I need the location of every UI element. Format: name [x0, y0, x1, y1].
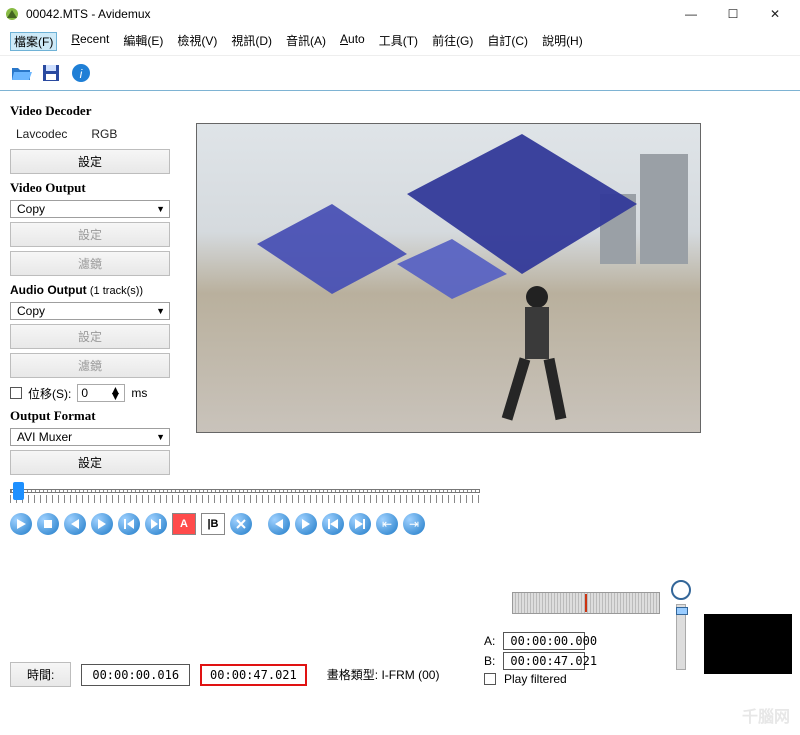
save-icon[interactable] [40, 62, 62, 84]
goto-marker-a-button[interactable]: ⇤ [376, 513, 398, 535]
chevron-down-icon: ▼ [156, 432, 165, 442]
timeline-slider[interactable] [10, 483, 480, 507]
timeline [10, 483, 480, 507]
next-frame-button[interactable] [91, 513, 113, 535]
current-time[interactable]: 00:00:00.016 [81, 664, 190, 686]
scrub-thumb[interactable] [676, 607, 688, 615]
video-output-title: Video Output [10, 180, 182, 196]
output-format-select[interactable]: AVI Muxer ▼ [10, 428, 170, 446]
svg-text:⇥: ⇥ [409, 518, 419, 530]
jog-wheel[interactable] [512, 592, 660, 614]
playback-controls: A |B ⇤ ⇥ [0, 513, 800, 535]
window-title: 00042.MTS - Avidemux [26, 7, 670, 21]
preview-frame[interactable] [196, 123, 701, 433]
slider-handle[interactable] [13, 482, 24, 500]
set-marker-a-button[interactable]: A [172, 513, 196, 535]
cut-button[interactable] [230, 513, 252, 535]
target-icon [671, 580, 691, 600]
sidebar: Video Decoder Lavcodec RGB 設定 Video Outp… [10, 97, 190, 479]
watermark: 千腦网 [742, 703, 790, 727]
maximize-button[interactable]: ☐ [712, 0, 754, 28]
marker-b-label: B: [484, 654, 495, 668]
shift-unit: ms [131, 386, 147, 400]
goto-end-button[interactable] [349, 513, 371, 535]
svg-text:i: i [80, 67, 83, 81]
audio-output-select[interactable]: Copy ▼ [10, 302, 170, 320]
play-filtered-label: Play filtered [504, 672, 567, 686]
menu-custom[interactable]: 自訂(C) [487, 32, 528, 51]
audio-tracks: (1 track(s)) [90, 285, 143, 297]
audio-output-title: Audio Output (1 track(s)) [10, 282, 182, 298]
open-icon[interactable] [10, 62, 32, 84]
audio-output-config-button[interactable]: 設定 [10, 324, 170, 349]
video-output-filters-button[interactable]: 濾鏡 [10, 251, 170, 276]
minimize-button[interactable]: — [670, 0, 712, 28]
mini-preview [704, 614, 792, 674]
menu-edit[interactable]: 編輯(E) [123, 32, 163, 51]
menu-tools[interactable]: 工具(T) [379, 32, 418, 51]
video-decoder-title: Video Decoder [10, 103, 182, 119]
scrub-slider[interactable] [676, 604, 686, 670]
output-format-value: AVI Muxer [17, 430, 156, 444]
info-icon[interactable]: i [70, 62, 92, 84]
audio-shift-row: 位移(S): 0 ▲▼ ms [10, 384, 182, 402]
title-bar: 00042.MTS - Avidemux — ☐ ✕ [0, 0, 800, 28]
play-filtered-checkbox[interactable] [484, 673, 496, 685]
stop-button[interactable] [37, 513, 59, 535]
set-marker-b-button[interactable]: |B [201, 513, 225, 535]
shift-value: 0 [81, 386, 88, 400]
app-icon [4, 6, 20, 22]
menu-view[interactable]: 檢視(V) [177, 32, 217, 51]
video-output-config-button[interactable]: 設定 [10, 222, 170, 247]
menu-recent[interactable]: Recent [71, 32, 109, 51]
output-format-title: Output Format [10, 408, 182, 424]
spinner-arrows-icon[interactable]: ▲▼ [109, 387, 121, 399]
prev-keyframe-button[interactable] [118, 513, 140, 535]
total-time: 00:00:47.021 [200, 664, 307, 686]
time-button[interactable]: 時間: [10, 662, 71, 687]
prev-frame-button[interactable] [64, 513, 86, 535]
audio-output-value: Copy [17, 304, 156, 318]
menu-bar: 檔案(F) Recent 編輯(E) 檢視(V) 視訊(D) 音訊(A) Aut… [0, 28, 800, 56]
next-black-button[interactable] [295, 513, 317, 535]
menu-auto[interactable]: Auto [340, 32, 365, 51]
video-output-select[interactable]: Copy ▼ [10, 200, 170, 218]
prev-black-button[interactable] [268, 513, 290, 535]
shift-label: 位移(S): [28, 385, 71, 402]
menu-goto[interactable]: 前往(G) [432, 32, 473, 51]
menu-help[interactable]: 說明(H) [542, 32, 583, 51]
play-button[interactable] [10, 513, 32, 535]
next-keyframe-button[interactable] [145, 513, 167, 535]
audio-output-filters-button[interactable]: 濾鏡 [10, 353, 170, 378]
chevron-down-icon: ▼ [156, 306, 165, 316]
video-output-value: Copy [17, 202, 156, 216]
shift-spin[interactable]: 0 ▲▼ [77, 384, 125, 402]
menu-audio[interactable]: 音訊(A) [286, 32, 326, 51]
decoder-mode: RGB [91, 127, 117, 141]
decoder-info: Lavcodec RGB [10, 123, 182, 145]
menu-video[interactable]: 視訊(D) [231, 32, 272, 51]
marker-b-value: 00:00:47.021 [503, 652, 585, 670]
video-preview [196, 123, 784, 469]
menu-file[interactable]: 檔案(F) [10, 32, 57, 51]
marker-info-panel: A: 00:00:00.000 B: 00:00:47.021 Play fil… [484, 630, 672, 688]
marker-a-value: 00:00:00.000 [503, 632, 585, 650]
decoder-codec: Lavcodec [16, 127, 67, 141]
status-bar: 時間: 00:00:00.016 00:00:47.021 畫格類型: I-FR… [10, 662, 439, 687]
frame-type-label: 畫格類型: I-FRM (00) [327, 666, 440, 683]
goto-start-button[interactable] [322, 513, 344, 535]
marker-a-label: A: [484, 634, 495, 648]
goto-marker-b-button[interactable]: ⇥ [403, 513, 425, 535]
svg-text:⇤: ⇤ [382, 518, 392, 530]
video-decoder-config-button[interactable]: 設定 [10, 149, 170, 174]
frame-type-value: I-FRM (00) [381, 668, 439, 682]
close-button[interactable]: ✕ [754, 0, 796, 28]
output-format-config-button[interactable]: 設定 [10, 450, 170, 475]
chevron-down-icon: ▼ [156, 204, 165, 214]
shift-checkbox[interactable] [10, 387, 22, 399]
main-area: Video Decoder Lavcodec RGB 設定 Video Outp… [0, 91, 800, 481]
toolbar: i [0, 56, 800, 91]
